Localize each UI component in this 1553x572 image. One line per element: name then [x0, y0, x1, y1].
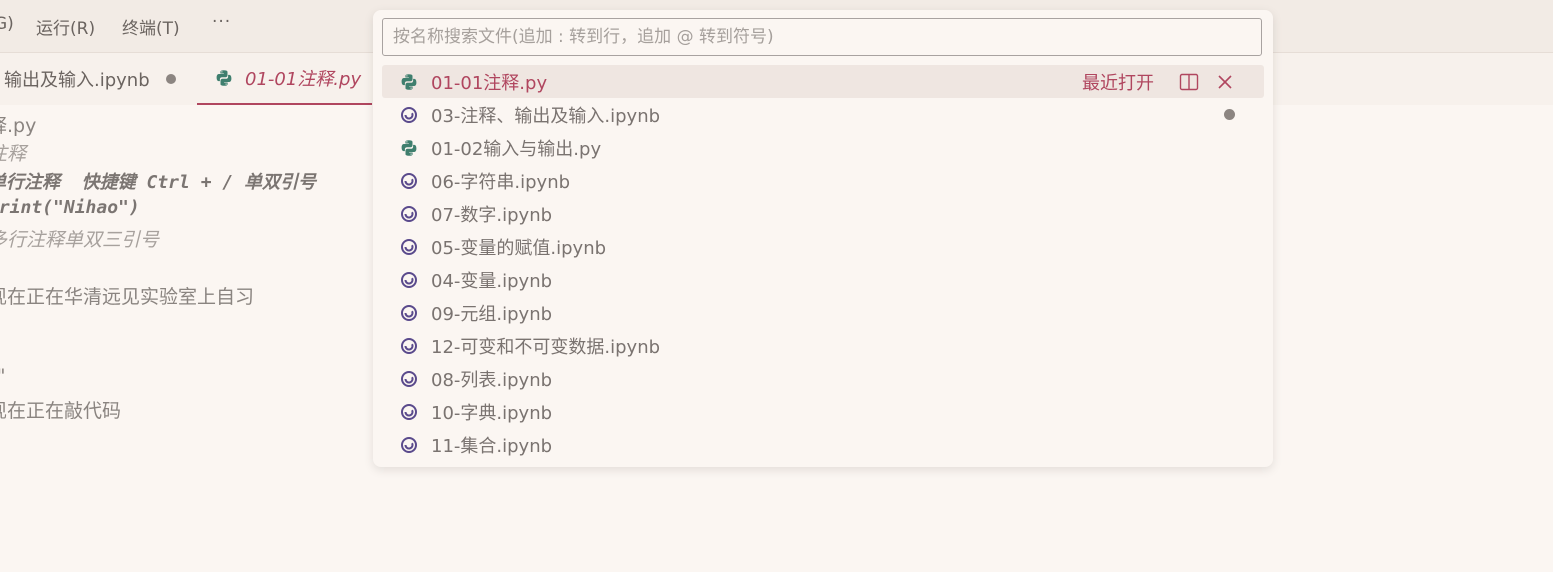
code-line: 多行注释单双三引号 [0, 229, 160, 251]
code-line: 现在正在华清远见实验室上自习 [0, 286, 255, 308]
code-line: 单行注释 快捷键 Ctrl + / 单双引号 [0, 172, 317, 193]
menu-item-run[interactable]: 运行(R) [36, 14, 95, 39]
jupyter-icon [399, 105, 419, 125]
list-item[interactable]: 07-数字.ipynb [382, 197, 1264, 230]
quick-open-list: 01-01注释.py 最近打开 03-注释、输出及输入.ipynb 01-02输… [382, 65, 1264, 461]
list-item-label: 04-变量.ipynb [431, 270, 553, 292]
code-line: 注释 [0, 143, 27, 165]
list-item[interactable]: 04-变量.ipynb [382, 263, 1264, 296]
list-item[interactable]: 06-字符串.ipynb [382, 164, 1264, 197]
close-icon[interactable] [1214, 71, 1236, 93]
jupyter-icon [399, 336, 419, 356]
jupyter-icon [399, 270, 419, 290]
code-line: 释.py [0, 115, 37, 137]
list-item-label: 01-02输入与输出.py [431, 138, 602, 160]
tab-label: 输出及输入.ipynb [4, 70, 150, 91]
split-editor-icon[interactable] [1178, 71, 1200, 93]
list-item[interactable]: 01-01注释.py 最近打开 [382, 65, 1264, 98]
quick-open-panel: 01-01注释.py 最近打开 [373, 10, 1273, 467]
jupyter-icon [399, 303, 419, 323]
list-item-label: 01-01注释.py [431, 72, 548, 94]
list-item[interactable]: 05-变量的赋值.ipynb [382, 230, 1264, 263]
python-icon [399, 138, 419, 158]
unsaved-dot-icon [165, 74, 176, 84]
jupyter-icon [399, 435, 419, 455]
list-item-label: 12-可变和不可变数据.ipynb [431, 336, 661, 358]
jupyter-icon [399, 171, 419, 191]
list-item-label: 10-字典.ipynb [431, 402, 553, 424]
list-item-label: 08-列表.ipynb [431, 369, 553, 391]
list-item[interactable]: 11-集合.ipynb [382, 428, 1264, 461]
list-item-actions: 最近打开 [1082, 65, 1236, 98]
list-item[interactable]: 10-字典.ipynb [382, 395, 1264, 428]
jupyter-icon [399, 369, 419, 389]
menu-item-terminal[interactable]: 终端(T) [122, 14, 180, 39]
list-item[interactable]: 03-注释、输出及输入.ipynb [382, 98, 1264, 131]
jupyter-icon [399, 204, 419, 224]
tab-active-python[interactable]: 01-01注释.py [197, 53, 372, 105]
jupyter-icon [399, 402, 419, 422]
list-item[interactable]: 01-02输入与输出.py [382, 131, 1264, 164]
list-item-label: 05-变量的赋值.ipynb [431, 237, 607, 259]
python-icon [215, 69, 233, 87]
list-item[interactable]: 08-列表.ipynb [382, 362, 1264, 395]
tab-label: 01-01注释.py [245, 69, 362, 90]
tab-notebook[interactable]: 输出及输入.ipynb [4, 53, 196, 105]
list-item[interactable]: 09-元组.ipynb [382, 296, 1264, 329]
unsaved-dot-icon [1224, 109, 1235, 120]
list-item[interactable]: 12-可变和不可变数据.ipynb [382, 329, 1264, 362]
recently-opened-label: 最近打开 [1082, 72, 1154, 94]
list-item-label: 07-数字.ipynb [431, 204, 553, 226]
jupyter-icon [399, 237, 419, 257]
list-item-label: 03-注释、输出及输入.ipynb [431, 105, 661, 127]
list-item-label: 09-元组.ipynb [431, 303, 553, 325]
quick-open-search-input[interactable] [382, 18, 1262, 56]
python-icon [399, 72, 419, 92]
code-line: print("Nihao") [0, 197, 140, 218]
code-line: "" [0, 365, 5, 387]
list-item-label: 06-字符串.ipynb [431, 171, 571, 193]
code-line: 现在正在敲代码 [0, 400, 122, 422]
list-item-label: 11-集合.ipynb [431, 435, 553, 457]
more-menu-icon[interactable]: ··· [212, 12, 231, 32]
menu-item-git[interactable]: G) [0, 14, 14, 34]
